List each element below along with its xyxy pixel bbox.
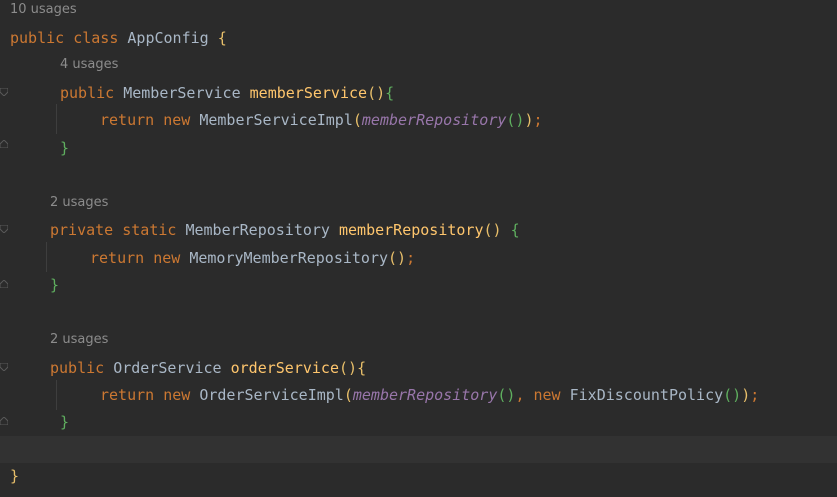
keyword: public	[50, 359, 105, 377]
brace: }	[50, 276, 60, 294]
keyword: class	[73, 29, 119, 47]
semicolon: ;	[533, 111, 543, 129]
fold-marker-icon[interactable]	[0, 88, 8, 96]
usages-hint[interactable]: 10 usages	[10, 1, 77, 19]
method-call: memberRepository	[361, 111, 507, 129]
keyword: static	[122, 221, 177, 239]
keyword: new	[163, 386, 191, 404]
keyword: return	[100, 111, 155, 129]
method-name: memberService	[249, 84, 368, 102]
type-name: FixDiscountPolicy	[569, 386, 724, 404]
indent-guide	[56, 380, 57, 410]
fold-marker-icon[interactable]	[0, 225, 8, 233]
type-name: MemberRepository	[185, 221, 330, 239]
paren: ()	[388, 249, 407, 267]
comma: ,	[515, 386, 525, 404]
indent-guide	[46, 242, 47, 272]
code-line[interactable]: public class AppConfig {	[10, 28, 227, 48]
keyword: private	[50, 221, 114, 239]
indent-guide	[56, 104, 57, 134]
keyword: return	[90, 249, 145, 267]
type-name: MemberService	[123, 84, 241, 102]
code-line[interactable]: return new MemberServiceImpl(memberRepos…	[100, 110, 543, 130]
keyword: new	[533, 386, 561, 404]
paren: ()	[497, 386, 516, 404]
code-line[interactable]: return new OrderServiceImpl(memberReposi…	[100, 385, 759, 405]
paren: ()	[506, 111, 525, 129]
code-line[interactable]: return new MemoryMemberRepository();	[90, 248, 415, 268]
paren: ()	[723, 386, 742, 404]
method-name: memberRepository	[339, 221, 484, 239]
code-line[interactable]: }	[10, 466, 19, 486]
keyword: new	[153, 249, 181, 267]
fold-marker-icon[interactable]	[0, 280, 8, 288]
fold-marker-icon[interactable]	[0, 363, 8, 371]
fold-marker-icon[interactable]	[0, 140, 8, 148]
paren: ()	[483, 221, 502, 239]
type-name: OrderService	[113, 359, 222, 377]
code-line[interactable]: }	[60, 412, 69, 432]
code-line[interactable]: private static MemberRepository memberRe…	[50, 220, 520, 240]
code-editor[interactable]: 10 usages 4 usages 2 usages 2 usages pub…	[0, 0, 837, 497]
method-name: orderService	[230, 359, 339, 377]
type-name: MemberServiceImpl	[199, 111, 353, 129]
type-name: MemoryMemberRepository	[189, 249, 389, 267]
paren: )	[524, 111, 534, 129]
code-line[interactable]: public MemberService memberService(){	[60, 83, 394, 103]
brace: {	[217, 29, 227, 47]
brace: {	[357, 359, 367, 377]
current-line-highlight	[0, 436, 837, 463]
class-name: AppConfig	[127, 29, 209, 47]
paren: ()	[367, 84, 386, 102]
brace: {	[510, 221, 520, 239]
paren: ()	[339, 359, 358, 377]
code-line[interactable]: }	[60, 138, 69, 158]
brace: }	[60, 413, 70, 431]
paren: (	[343, 386, 353, 404]
semicolon: ;	[750, 386, 760, 404]
method-call: memberRepository	[352, 386, 498, 404]
paren: )	[741, 386, 751, 404]
type-name: OrderServiceImpl	[199, 386, 344, 404]
paren: (	[352, 111, 362, 129]
brace: }	[10, 467, 20, 485]
usages-hint[interactable]: 2 usages	[50, 194, 108, 212]
keyword: return	[100, 386, 155, 404]
brace: }	[60, 139, 70, 157]
code-line[interactable]: public OrderService orderService(){	[50, 358, 366, 378]
keyword: new	[163, 111, 191, 129]
brace: {	[385, 84, 395, 102]
usages-hint[interactable]: 4 usages	[60, 56, 118, 74]
semicolon: ;	[406, 249, 416, 267]
keyword: public	[60, 84, 115, 102]
code-line[interactable]: }	[50, 275, 59, 295]
usages-hint[interactable]: 2 usages	[50, 331, 108, 349]
keyword: public	[10, 29, 65, 47]
fold-marker-icon[interactable]	[0, 417, 8, 425]
